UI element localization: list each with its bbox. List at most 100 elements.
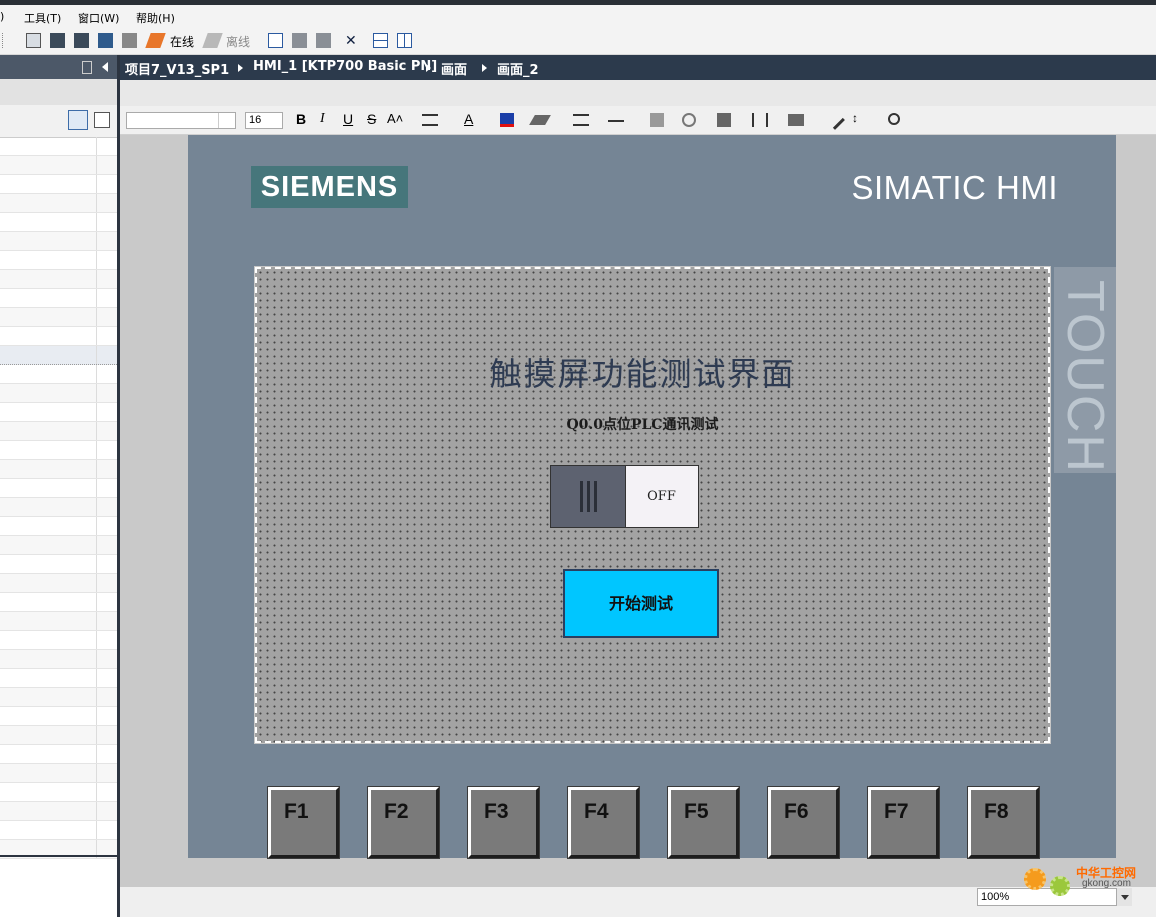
project-tree-row[interactable] (0, 213, 117, 232)
font-family-picker-icon[interactable] (218, 113, 234, 128)
project-tree-row[interactable] (0, 764, 117, 783)
project-tree-row[interactable] (0, 289, 117, 308)
project-tree-row[interactable] (0, 650, 117, 669)
project-tree-row[interactable] (0, 726, 117, 745)
format-painter-icon[interactable] (825, 110, 845, 130)
go-offline-label[interactable]: 离线 (226, 33, 250, 50)
breadcrumb-current-screen[interactable]: 画面_2 (497, 59, 539, 78)
collapse-left-icon[interactable] (102, 62, 108, 72)
function-key-f7[interactable]: F7 (867, 786, 940, 859)
hmi-screen-area[interactable]: 触摸屏功能测试界面 Q0.0点位PLC通讯测试 OFF 开始测试 (254, 266, 1051, 744)
simulation-icon[interactable] (122, 33, 137, 48)
menu-item-tools[interactable]: 工具(T) (24, 10, 61, 26)
runtime-settings-icon[interactable] (316, 33, 331, 48)
pane-toggle-icon[interactable] (82, 61, 92, 74)
project-tree-row[interactable] (0, 346, 117, 365)
font-color-button[interactable]: A (464, 111, 473, 127)
project-tree-row[interactable] (0, 555, 117, 574)
project-tree-row[interactable] (0, 441, 117, 460)
breadcrumb-device[interactable]: HMI_1 [KTP700 Basic PN] (253, 59, 437, 74)
project-tree-row[interactable] (0, 612, 117, 631)
project-tree-row[interactable] (0, 745, 117, 764)
project-tree-row[interactable] (0, 175, 117, 194)
split-horizontal-icon[interactable] (373, 33, 388, 48)
project-tree-row[interactable] (0, 308, 117, 327)
accessible-devices-icon[interactable] (268, 33, 283, 48)
menu-item-help[interactable]: 帮助(H) (136, 10, 175, 26)
project-tree-row[interactable] (0, 498, 117, 517)
breadcrumb-screens[interactable]: 画面 (441, 59, 467, 78)
project-tree-row[interactable] (0, 270, 117, 289)
start-runtime-icon[interactable] (292, 33, 307, 48)
go-online-icon[interactable] (145, 33, 166, 48)
project-tree-row[interactable] (0, 422, 117, 441)
align-icon[interactable] (717, 113, 731, 127)
project-tree-row[interactable] (0, 194, 117, 213)
screen-editor-canvas[interactable]: SIEMENS SIMATIC HMI TOUCH 触摸屏功能测试界面 Q0.0… (120, 135, 1156, 887)
rotate-icon[interactable] (682, 113, 696, 127)
project-tree-row[interactable] (0, 460, 117, 479)
project-tree-row[interactable] (0, 574, 117, 593)
underline-button[interactable]: U (343, 111, 353, 127)
project-tree-row[interactable] (0, 384, 117, 403)
start-test-button[interactable]: 开始测试 (563, 569, 719, 638)
column-divider (96, 384, 97, 402)
distribute-icon[interactable] (752, 113, 768, 127)
close-cross-icon[interactable]: ✕ (345, 33, 360, 48)
project-tree-row[interactable] (0, 365, 117, 384)
add-item-icon[interactable] (94, 112, 110, 128)
line-style-icon[interactable] (608, 120, 624, 122)
project-tree-row[interactable] (0, 688, 117, 707)
download-icon[interactable] (50, 33, 65, 48)
line-color-icon[interactable] (529, 115, 551, 125)
font-size-field[interactable]: 16 (245, 112, 283, 129)
project-tree-row[interactable] (0, 631, 117, 650)
project-tree-row[interactable] (0, 403, 117, 422)
bold-button[interactable]: B (296, 111, 306, 127)
project-tree-row[interactable] (0, 536, 117, 555)
split-vertical-icon[interactable] (397, 33, 412, 48)
upload-icon[interactable] (74, 33, 89, 48)
strikethrough-button[interactable]: S (367, 111, 376, 127)
function-key-f5[interactable]: F5 (667, 786, 740, 859)
project-tree-row[interactable] (0, 593, 117, 612)
menu-item-window[interactable]: 窗口(W) (78, 10, 119, 26)
project-tree-row[interactable] (0, 821, 117, 840)
go-offline-icon[interactable] (202, 33, 223, 48)
fill-color-icon[interactable] (500, 113, 514, 127)
project-tree-row[interactable] (0, 251, 117, 270)
project-tree-row[interactable] (0, 232, 117, 251)
details-view-icon[interactable] (68, 110, 88, 130)
zoom-selection-icon[interactable] (888, 113, 900, 125)
line-width-icon[interactable] (573, 114, 589, 126)
device-icon[interactable] (98, 33, 113, 48)
function-key-f4[interactable]: F4 (567, 786, 640, 859)
project-tree-row[interactable] (0, 156, 117, 175)
menu-item-partial[interactable]: ) (0, 10, 4, 23)
go-online-label[interactable]: 在线 (170, 33, 194, 50)
breadcrumb-project[interactable]: 项目7_V13_SP1 (125, 59, 229, 78)
layer-icon[interactable]: ↕ (852, 111, 858, 125)
function-key-f8[interactable]: F8 (967, 786, 1040, 859)
function-key-f6[interactable]: F6 (767, 786, 840, 859)
bring-front-icon[interactable] (650, 113, 664, 127)
project-tree-row[interactable] (0, 137, 117, 156)
switch-knob[interactable] (551, 466, 626, 527)
function-key-f2[interactable]: F2 (367, 786, 440, 859)
project-tree-row[interactable] (0, 669, 117, 688)
text-align-icon[interactable] (422, 114, 438, 126)
function-key-f1[interactable]: F1 (267, 786, 340, 859)
italic-button[interactable]: I (320, 111, 325, 127)
compile-icon[interactable] (26, 33, 41, 48)
project-tree-row[interactable] (0, 479, 117, 498)
q00-toggle-switch[interactable]: OFF (550, 465, 699, 528)
project-tree-subheader (0, 79, 117, 105)
text-size-icon[interactable]: A˄ (387, 111, 403, 126)
project-tree-row[interactable] (0, 802, 117, 821)
project-tree-row[interactable] (0, 707, 117, 726)
function-key-f3[interactable]: F3 (467, 786, 540, 859)
project-tree-row[interactable] (0, 327, 117, 346)
project-tree-row[interactable] (0, 517, 117, 536)
project-tree-row[interactable] (0, 783, 117, 802)
same-size-icon[interactable] (788, 114, 804, 126)
